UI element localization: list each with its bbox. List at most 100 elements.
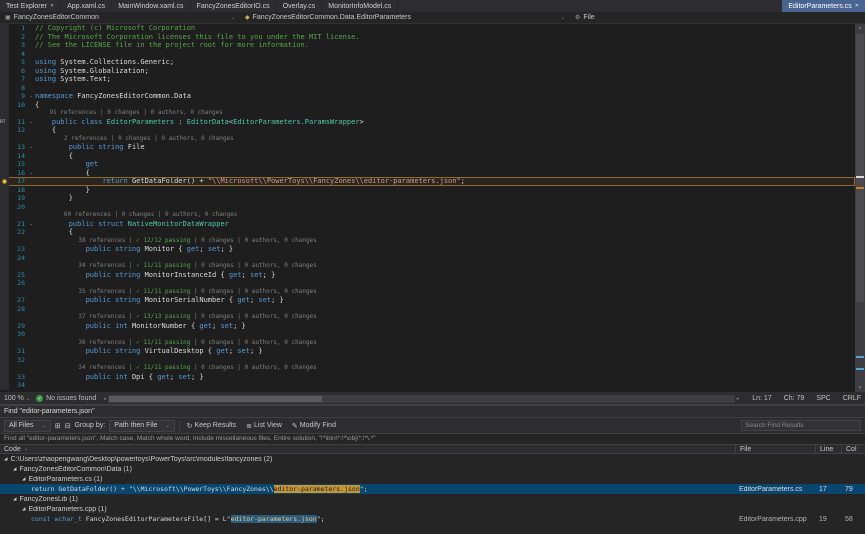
- search-find-results-input[interactable]: [741, 420, 861, 431]
- code-line[interactable]: 7using System.Text;: [0, 75, 855, 84]
- code-line[interactable]: 25 public string MonitorInstanceId { get…: [0, 271, 855, 280]
- scroll-up-icon[interactable]: ▴: [855, 24, 865, 32]
- codelens-line[interactable]: 91 references | 0 changes | 0 authors, 0…: [0, 109, 855, 118]
- code-line[interactable]: 2// The Microsoft Corporation licenses t…: [0, 33, 855, 42]
- editor-tab[interactable]: Overlay.cs: [277, 0, 323, 12]
- code-line[interactable]: 10{: [0, 101, 855, 110]
- code-line[interactable]: 21⌄ public struct NativeMonitorDataWrapp…: [0, 220, 855, 229]
- code-line[interactable]: 6using System.Globalization;: [0, 67, 855, 76]
- list-view-button[interactable]: ≣ List View: [243, 420, 285, 432]
- editor-tab[interactable]: Test Explorer✕: [0, 0, 61, 12]
- keep-results-button[interactable]: ↻ Keep Results: [184, 420, 240, 432]
- code-line[interactable]: 13⌄ public string File: [0, 143, 855, 152]
- codelens-line[interactable]: 35 references | ✓ 11/11 passing | 0 chan…: [0, 288, 855, 297]
- fold-icon[interactable]: ⌄: [27, 220, 35, 229]
- issues-indicator[interactable]: ✓ No issues found: [36, 395, 96, 402]
- find-path-row[interactable]: ◢FancyZonesLib (1): [0, 494, 865, 504]
- group-by-dropdown[interactable]: Path then File ⌄: [109, 420, 174, 432]
- expand-all-icon[interactable]: ⊞: [55, 422, 61, 430]
- column-code[interactable]: Code ⌄: [0, 445, 735, 453]
- expander-icon[interactable]: ◢: [4, 456, 7, 462]
- lightbulb-icon[interactable]: [2, 179, 7, 184]
- codelens-line[interactable]: 34 references | ✓ 11/11 passing | 0 chan…: [0, 364, 855, 373]
- find-path-row[interactable]: ◢EditorParameters.cpp (1): [0, 504, 865, 514]
- code-line[interactable]: RT11⌄ public class EditorParameters : Ed…: [0, 118, 855, 127]
- code-line[interactable]: 3// See the LICENSE file in the project …: [0, 41, 855, 50]
- fold-icon[interactable]: ⌄: [27, 143, 35, 152]
- collapse-all-icon[interactable]: ⊟: [65, 422, 71, 430]
- code-line[interactable]: 8: [0, 84, 855, 93]
- fold-icon[interactable]: ⌄: [27, 118, 35, 127]
- code-line[interactable]: 5using System.Collections.Generic;: [0, 58, 855, 67]
- code-line[interactable]: 4: [0, 50, 855, 59]
- code-line[interactable]: 23 public string Monitor { get; set; }: [0, 245, 855, 254]
- expander-icon[interactable]: ◢: [13, 496, 16, 502]
- code-line[interactable]: 34: [0, 381, 855, 390]
- close-icon[interactable]: ✕: [855, 3, 859, 9]
- column-line[interactable]: Line: [815, 445, 841, 453]
- fold-icon[interactable]: ⌄: [27, 169, 35, 178]
- code-line[interactable]: 32: [0, 356, 855, 365]
- expander-icon[interactable]: ◢: [13, 466, 16, 472]
- code-line[interactable]: 24: [0, 254, 855, 263]
- fold-icon[interactable]: ⌄: [27, 92, 35, 101]
- code-line[interactable]: 31 public string VirtualDesktop { get; s…: [0, 347, 855, 356]
- codelens-line[interactable]: 36 references | ✓ 11/11 passing | 0 chan…: [0, 339, 855, 348]
- codelens-line[interactable]: 2 references | 0 changes | 0 authors, 0 …: [0, 135, 855, 144]
- code-line[interactable]: 1// Copyright (c) Microsoft Corporation: [0, 24, 855, 33]
- scroll-down-icon[interactable]: ▾: [855, 384, 865, 392]
- code-line[interactable]: 33 public int Dpi { get; set; }: [0, 373, 855, 382]
- code-line[interactable]: 28: [0, 305, 855, 314]
- scrollbar-thumb[interactable]: [856, 34, 864, 302]
- scroll-left-icon[interactable]: ◂: [102, 396, 107, 402]
- editor-tab[interactable]: FancyZonesEditorIO.cs: [191, 0, 277, 12]
- find-result-row[interactable]: const wchar_t FancyZonesEditorParameters…: [0, 514, 865, 524]
- modify-find-button[interactable]: ✎ Modify Find: [289, 420, 339, 432]
- code-line[interactable]: 17 return GetDataFolder() + "\\Microsoft…: [0, 177, 855, 186]
- code-line[interactable]: 16⌄ {: [0, 169, 855, 178]
- editor-tab[interactable]: App.xaml.cs: [61, 0, 112, 12]
- code-line[interactable]: 14 {: [0, 152, 855, 161]
- scope-dropdown[interactable]: All Files ⌄: [4, 420, 51, 432]
- find-result-row[interactable]: return GetDataFolder() + "\\Microsoft\\P…: [0, 484, 865, 494]
- project-dropdown[interactable]: ▣ FancyZonesEditorCommon ⌄: [0, 12, 240, 23]
- expander-icon[interactable]: ◢: [22, 506, 25, 512]
- codelens-line[interactable]: 60 references | 0 changes | 0 authors, 0…: [0, 211, 855, 220]
- code-line[interactable]: 9⌄namespace FancyZonesEditorCommon.Data: [0, 92, 855, 101]
- column-file[interactable]: File: [735, 445, 815, 453]
- codelens-line[interactable]: 34 references | ✓ 11/11 passing | 0 chan…: [0, 262, 855, 271]
- codelens-line[interactable]: 37 references | ✓ 13/13 passing | 0 chan…: [0, 313, 855, 322]
- code-line[interactable]: 12 {: [0, 126, 855, 135]
- hscroll-track[interactable]: [108, 395, 735, 403]
- status-indent[interactable]: SPC: [816, 395, 830, 402]
- hscroll-thumb[interactable]: [109, 396, 322, 402]
- code-line[interactable]: 15 get: [0, 160, 855, 169]
- code-line[interactable]: 19 }: [0, 194, 855, 203]
- code-editor[interactable]: 1// Copyright (c) Microsoft Corporation2…: [0, 24, 855, 392]
- code-line[interactable]: 30: [0, 330, 855, 339]
- code-line[interactable]: 26: [0, 279, 855, 288]
- code-line[interactable]: 20: [0, 203, 855, 212]
- scrollbar-track[interactable]: [855, 32, 865, 384]
- zoom-control[interactable]: 100 % ⌄: [4, 395, 30, 402]
- column-col[interactable]: Col: [841, 445, 865, 453]
- member-dropdown[interactable]: ⚙ File: [570, 12, 600, 23]
- tab-editorparameters[interactable]: EditorParameters.cs ✕: [782, 0, 865, 12]
- find-path-row[interactable]: ◢EditorParameters.cs (1): [0, 474, 865, 484]
- type-dropdown[interactable]: ◆ FancyZonesEditorCommon.Data.EditorPara…: [240, 12, 570, 23]
- vertical-scrollbar[interactable]: ▴ ▾: [855, 24, 865, 392]
- codelens-line[interactable]: 38 references | ✓ 12/12 passing | 0 chan…: [0, 237, 855, 246]
- editor-tab[interactable]: MonitorInfoModel.cs: [322, 0, 398, 12]
- close-icon[interactable]: ✕: [50, 3, 54, 9]
- find-path-row[interactable]: ◢C:\Users\zhaopengwang\Desktop\powertoys…: [0, 454, 865, 464]
- scroll-right-icon[interactable]: ▸: [736, 396, 741, 402]
- status-eol[interactable]: CRLF: [843, 395, 861, 402]
- find-path-row[interactable]: ◢FancyZonesEditorCommon\Data (1): [0, 464, 865, 474]
- code-line[interactable]: 27 public string MonitorSerialNumber { g…: [0, 296, 855, 305]
- expander-icon[interactable]: ◢: [22, 476, 25, 482]
- code-line[interactable]: 29 public int MonitorNumber { get; set; …: [0, 322, 855, 331]
- horizontal-scrollbar[interactable]: ◂ ▸: [102, 393, 740, 404]
- code-line[interactable]: 18 }: [0, 186, 855, 195]
- code-line[interactable]: 22 {: [0, 228, 855, 237]
- editor-tab[interactable]: MainWindow.xaml.cs: [112, 0, 190, 12]
